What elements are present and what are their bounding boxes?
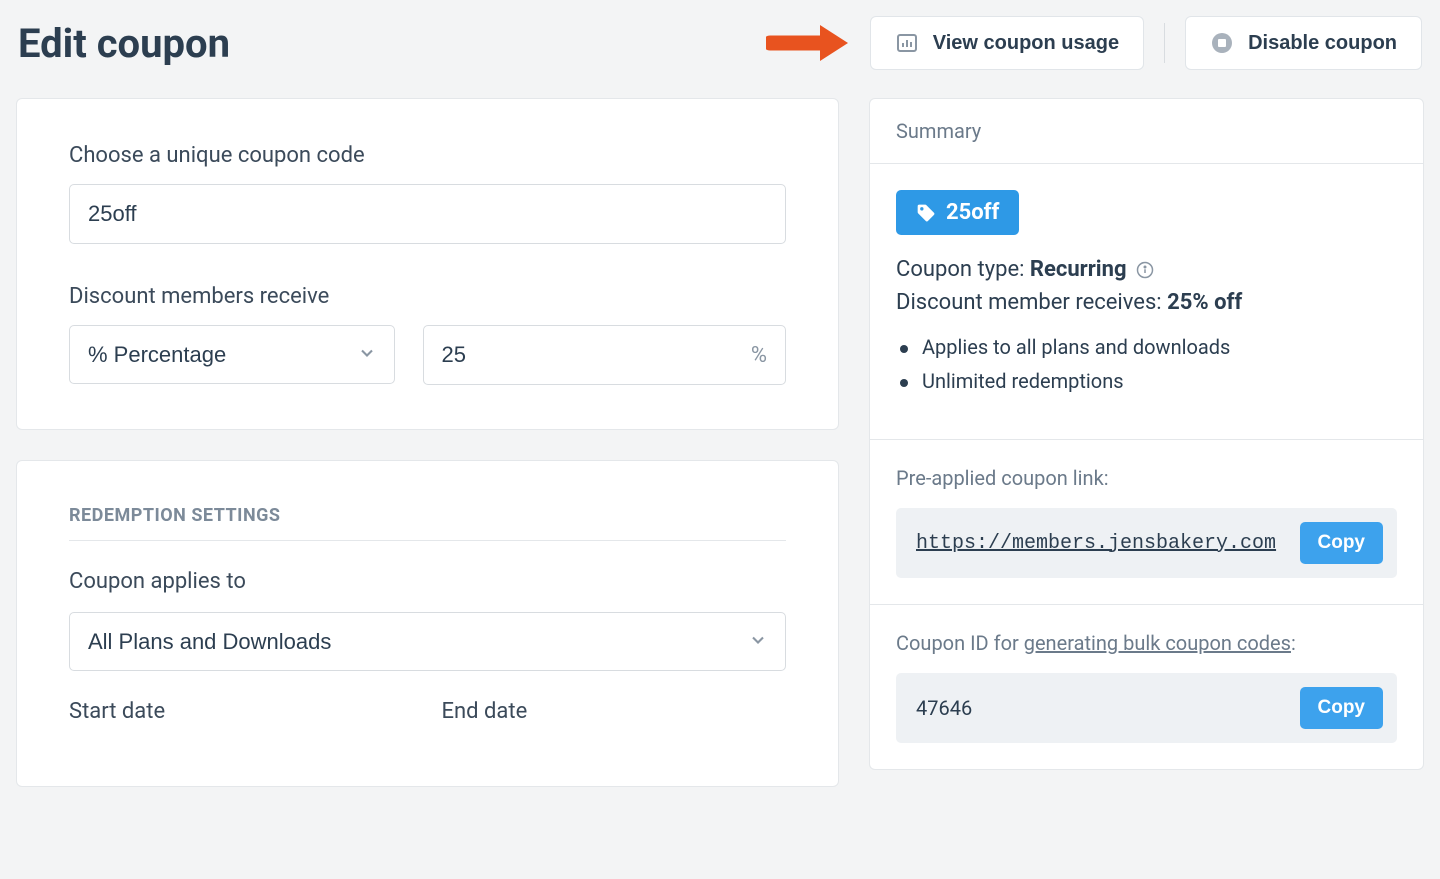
stop-icon xyxy=(1210,31,1234,55)
coupon-badge-label: 25off xyxy=(946,200,999,225)
applies-label: Coupon applies to xyxy=(69,569,786,594)
disable-coupon-button[interactable]: Disable coupon xyxy=(1185,16,1422,70)
date-row: Start date End date xyxy=(69,699,786,742)
discount-line: Discount member receives: 25% off xyxy=(896,290,1397,315)
discount-value-wrapper: % xyxy=(423,325,787,385)
redemption-heading: REDEMPTION SETTINGS xyxy=(69,505,786,541)
discount-receives-value: 25% off xyxy=(1167,290,1242,315)
summary-title: Summary xyxy=(870,99,1423,164)
page-header: Edit coupon View coupon usage xyxy=(16,16,1424,70)
bulk-codes-link[interactable]: generating bulk coupon codes xyxy=(1024,631,1291,655)
content: Choose a unique coupon code Discount mem… xyxy=(16,98,1424,787)
right-column: Summary 25off Coupon type: Recurring xyxy=(869,98,1424,770)
page-title: Edit coupon xyxy=(18,20,230,67)
summary-bullet: Applies to all plans and downloads xyxy=(896,335,1397,359)
coupon-type-value: Recurring xyxy=(1030,257,1127,282)
code-label: Choose a unique coupon code xyxy=(69,143,786,168)
coupon-details-card: Choose a unique coupon code Discount mem… xyxy=(16,98,839,430)
header-divider xyxy=(1164,23,1165,63)
coupon-id-value: 47646 xyxy=(916,696,1284,720)
end-date-label: End date xyxy=(442,699,787,724)
view-usage-label: View coupon usage xyxy=(933,32,1119,55)
discount-receives-label: Discount member receives: xyxy=(896,290,1167,315)
discount-type-wrapper: % Percentage xyxy=(69,325,395,385)
info-icon[interactable] xyxy=(1136,261,1154,279)
tag-icon xyxy=(916,203,936,223)
coupon-id-section: Coupon ID for generating bulk coupon cod… xyxy=(870,605,1423,769)
copy-link-button[interactable]: Copy xyxy=(1300,522,1384,564)
discount-type-select[interactable]: % Percentage xyxy=(69,325,395,384)
discount-suffix: % xyxy=(751,343,767,368)
coupon-type-label: Coupon type: xyxy=(896,257,1030,282)
start-date-label: Start date xyxy=(69,699,414,724)
discount-value-input[interactable] xyxy=(442,342,751,368)
summary-card: Summary 25off Coupon type: Recurring xyxy=(869,98,1424,770)
end-date-field: End date xyxy=(442,699,787,742)
redemption-settings-card: REDEMPTION SETTINGS Coupon applies to Al… xyxy=(16,460,839,787)
preapplied-link-section: Pre-applied coupon link: https://members… xyxy=(870,440,1423,605)
discount-label: Discount members receive xyxy=(69,284,786,309)
preapplied-label: Pre-applied coupon link: xyxy=(896,466,1397,490)
discount-row: % Percentage % xyxy=(69,325,786,385)
applies-select[interactable]: All Plans and Downloads xyxy=(69,612,786,671)
coupon-id-label: Coupon ID for generating bulk coupon cod… xyxy=(896,631,1397,655)
preapplied-link-value[interactable]: https://members.jensbakery.com xyxy=(916,532,1284,555)
copy-id-button[interactable]: Copy xyxy=(1300,687,1384,729)
link-copy-box: https://members.jensbakery.com Copy xyxy=(896,508,1397,578)
summary-body: 25off Coupon type: Recurring Discount me… xyxy=(870,164,1423,440)
coupon-id-label-post: : xyxy=(1291,631,1296,655)
id-copy-box: 47646 Copy xyxy=(896,673,1397,743)
start-date-field: Start date xyxy=(69,699,414,742)
disable-coupon-label: Disable coupon xyxy=(1248,32,1397,55)
coupon-code-input[interactable] xyxy=(69,184,786,244)
coupon-badge: 25off xyxy=(896,190,1019,235)
discount-fieldset: Discount members receive % Percentage xyxy=(69,284,786,385)
summary-bullet: Unlimited redemptions xyxy=(896,369,1397,393)
coupon-type-line: Coupon type: Recurring xyxy=(896,257,1397,282)
applies-fieldset: Coupon applies to All Plans and Download… xyxy=(69,569,786,671)
left-column: Choose a unique coupon code Discount mem… xyxy=(16,98,839,787)
header-actions: View coupon usage Disable coupon xyxy=(766,16,1422,70)
view-usage-button[interactable]: View coupon usage xyxy=(870,16,1144,70)
pointer-arrow-icon xyxy=(766,19,854,67)
summary-bullets: Applies to all plans and downloads Unlim… xyxy=(896,335,1397,393)
applies-select-wrapper: All Plans and Downloads xyxy=(69,612,786,671)
coupon-id-label-pre: Coupon ID for xyxy=(896,631,1024,655)
chart-icon xyxy=(895,31,919,55)
code-fieldset: Choose a unique coupon code xyxy=(69,143,786,244)
